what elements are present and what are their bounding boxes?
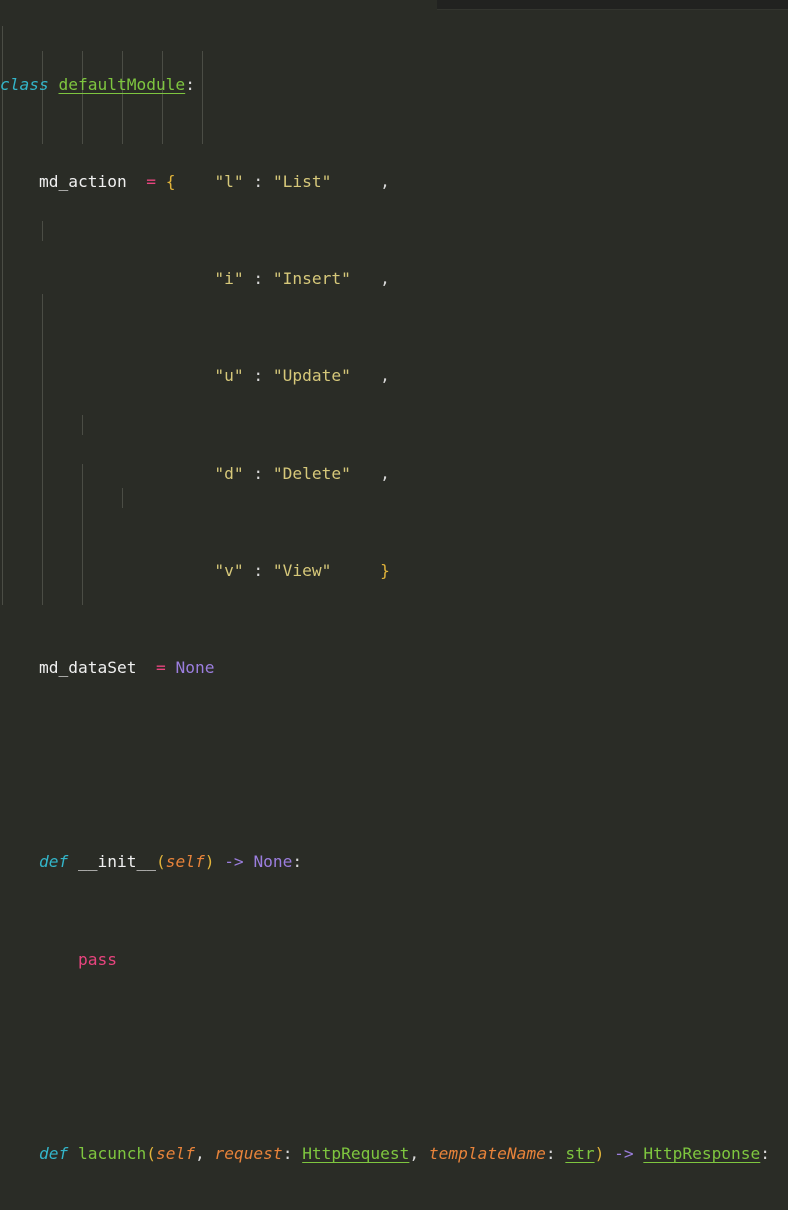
type-httprequest[interactable]: HttpRequest xyxy=(302,1144,409,1163)
method-name-init[interactable]: __init__ xyxy=(78,852,156,871)
keyword-def: def xyxy=(38,852,69,872)
dict-value: "Insert" xyxy=(272,269,351,289)
code-line[interactable]: pass xyxy=(0,948,788,972)
dict-key: "u" xyxy=(214,366,244,386)
dict-value: "View" xyxy=(272,560,332,580)
type-httpresponse[interactable]: HttpResponse xyxy=(643,1144,760,1163)
code-line-blank[interactable] xyxy=(0,753,788,777)
keyword-class: class xyxy=(0,74,49,94)
class-name[interactable]: defaultModule xyxy=(58,75,185,94)
code-line[interactable]: md_action = { "l" : "List" , xyxy=(0,170,788,194)
code-line[interactable]: md_dataSet = None xyxy=(0,656,788,680)
code-line[interactable]: def __init__(self) -> None: xyxy=(0,850,788,874)
keyword-def: def xyxy=(38,1143,69,1163)
param-request: request xyxy=(214,1143,283,1163)
dict-key: "l" xyxy=(214,172,244,192)
code-line[interactable]: "u" : "Update" , xyxy=(0,364,788,388)
dict-key: "v" xyxy=(214,560,244,580)
type-str[interactable]: str xyxy=(565,1144,594,1163)
return-arrow: -> xyxy=(614,1143,634,1163)
dict-key: "i" xyxy=(214,269,244,289)
code-line[interactable]: "i" : "Insert" , xyxy=(0,267,788,291)
code-content[interactable]: class defaultModule: md_action = { "l" :… xyxy=(0,0,788,1210)
return-arrow: -> xyxy=(224,852,244,872)
return-type-none: None xyxy=(253,852,293,872)
dict-variable[interactable]: md_action xyxy=(39,172,127,191)
constant-none: None xyxy=(175,658,215,678)
dataset-variable[interactable]: md_dataSet xyxy=(39,658,136,677)
dict-value: "Delete" xyxy=(272,463,351,483)
method-name-lacunch[interactable]: lacunch xyxy=(78,1144,146,1163)
code-line[interactable]: class defaultModule: xyxy=(0,73,788,97)
dict-value: "Update" xyxy=(272,366,351,386)
code-line[interactable]: def lacunch(self, request: HttpRequest, … xyxy=(0,1142,788,1166)
param-templatename: templateName xyxy=(428,1143,546,1163)
dict-value: "List" xyxy=(272,172,332,192)
param-self: self xyxy=(165,852,205,872)
code-editor[interactable]: class defaultModule: md_action = { "l" :… xyxy=(0,0,788,1163)
code-line[interactable]: "v" : "View" } xyxy=(0,559,788,583)
keyword-pass: pass xyxy=(77,949,117,969)
code-line-blank[interactable] xyxy=(0,1045,788,1069)
dict-key: "d" xyxy=(214,463,244,483)
param-self: self xyxy=(155,1143,195,1163)
code-line[interactable]: "d" : "Delete" , xyxy=(0,462,788,486)
